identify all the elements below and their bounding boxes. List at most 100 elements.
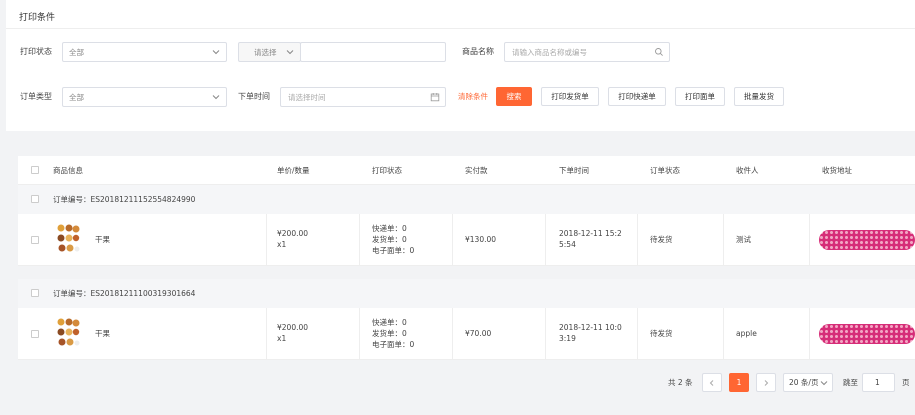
cell-divider: [809, 308, 810, 359]
panel-title: 打印条件: [19, 13, 56, 23]
search-button[interactable]: 搜索: [496, 87, 532, 106]
paid-amount: ¥70.00: [465, 329, 492, 338]
divider: [6, 28, 915, 29]
recipient: apple: [736, 329, 757, 338]
cell-divider: [359, 308, 360, 359]
esheet-print-count: 电子面单：0: [372, 246, 415, 255]
cell-divider: [809, 214, 810, 265]
cell-divider: [266, 308, 267, 359]
row-checkbox[interactable]: [31, 330, 39, 338]
address-masked: [819, 230, 915, 250]
order-type-label: 订单类型: [20, 92, 52, 101]
table-row: 干果 ¥200.00 x1 快递单：0 发货单：0 电子面单：0 ¥70.00 …: [18, 308, 915, 360]
paid-amount: ¥130.00: [465, 235, 497, 244]
table-header: 商品信息 单价/数量 打印状态 实付款 下单时间 订单状态 收件人 收货地址: [18, 156, 915, 185]
col-address: 收货地址: [822, 166, 852, 175]
ship-print-count: 发货单：0: [372, 329, 407, 338]
order-time-line1: 2018-12-11 10:0: [559, 323, 622, 332]
chevron-down-icon: [820, 381, 828, 386]
product-thumbnail: [57, 318, 80, 346]
unit-price: ¥200.00: [277, 229, 309, 238]
col-print-status: 打印状态: [372, 166, 402, 175]
product-name-input[interactable]: 请输入商品名称或编号: [504, 42, 670, 62]
query-field-select[interactable]: 请选择: [238, 42, 301, 62]
col-order-time: 下单时间: [559, 166, 589, 175]
row-checkbox[interactable]: [31, 236, 39, 244]
table-row: 干果 ¥200.00 x1 快递单：0 发货单：0 电子面单：0 ¥130.00…: [18, 214, 915, 266]
recipient: 测试: [736, 235, 751, 244]
cell-divider: [452, 308, 453, 359]
ship-print-count: 发货单：0: [372, 235, 407, 244]
quantity: x1: [277, 334, 287, 343]
order-checkbox[interactable]: [31, 289, 39, 297]
prev-page-button[interactable]: [702, 373, 722, 392]
cell-divider: [545, 308, 546, 359]
chevron-right-icon: [764, 380, 769, 386]
order-time-placeholder: 请选择时间: [288, 93, 326, 102]
order-time-line2: 5:54: [559, 240, 576, 249]
order-group-header: 订单编号：ES20181211152554824990: [18, 185, 915, 214]
chevron-down-icon: [212, 50, 220, 55]
cell-divider: [637, 214, 638, 265]
goto-page-input[interactable]: 1: [862, 373, 895, 392]
clear-filters-link[interactable]: 清除条件: [458, 91, 488, 103]
product-name-placeholder: 请输入商品名称或编号: [512, 48, 587, 57]
address-masked: [819, 324, 915, 344]
product-name-label: 商品名称: [462, 47, 494, 56]
page-button-current[interactable]: 1: [729, 373, 749, 392]
order-number: 订单编号：ES20181211100319301664: [53, 289, 196, 298]
page-unit-label: 页: [902, 378, 910, 387]
order-time-label: 下单时间: [238, 92, 270, 101]
print-status-select[interactable]: 全部: [62, 42, 227, 62]
print-status-label: 打印状态: [20, 47, 52, 56]
chevron-left-icon: [709, 380, 714, 386]
goto-label: 跳至: [843, 378, 858, 387]
cell-divider: [723, 308, 724, 359]
product-name: 干果: [95, 235, 110, 244]
print-ship-button[interactable]: 打印发货单: [541, 87, 599, 106]
query-field-value: 请选择: [254, 48, 277, 57]
print-status-value: 全部: [69, 48, 84, 57]
goto-page-value: 1: [875, 378, 880, 387]
order-type-select[interactable]: 全部: [62, 87, 227, 107]
select-all-checkbox[interactable]: [31, 166, 39, 174]
chevron-down-icon: [286, 50, 294, 55]
express-print-count: 快递单：0: [372, 224, 407, 233]
page-size-select[interactable]: 20 条/页: [783, 373, 833, 392]
search-icon[interactable]: [654, 47, 664, 57]
next-page-button[interactable]: [756, 373, 776, 392]
batch-ship-button[interactable]: 批量发货: [734, 87, 784, 106]
total-count: 共 2 条: [668, 378, 693, 387]
col-recipient: 收件人: [736, 166, 759, 175]
express-print-count: 快递单：0: [372, 318, 407, 327]
print-sheet-button[interactable]: 打印面单: [675, 87, 725, 106]
page-size-value: 20 条/页: [789, 378, 819, 387]
cell-divider: [266, 214, 267, 265]
filter-panel: 打印条件 打印状态 全部 请选择 商品名称 请输入商品名称或编号 订单类型 全部…: [6, 0, 915, 131]
print-express-button[interactable]: 打印快递单: [608, 87, 666, 106]
unit-price: ¥200.00: [277, 323, 309, 332]
product-name: 干果: [95, 329, 110, 338]
esheet-print-count: 电子面单：0: [372, 340, 415, 349]
col-price-qty: 单价/数量: [277, 166, 310, 175]
calendar-icon: [430, 93, 440, 102]
query-value-input[interactable]: [300, 42, 446, 62]
cell-divider: [723, 214, 724, 265]
cell-divider: [452, 214, 453, 265]
order-number: 订单编号：ES20181211152554824990: [53, 195, 196, 204]
order-checkbox[interactable]: [31, 195, 39, 203]
order-status: 待发货: [650, 235, 673, 244]
col-paid: 实付款: [465, 166, 488, 175]
order-time-picker[interactable]: 请选择时间: [280, 87, 446, 107]
order-status: 待发货: [650, 329, 673, 338]
col-order-status: 订单状态: [650, 166, 680, 175]
chevron-down-icon: [212, 95, 220, 100]
order-time-line2: 3:19: [559, 334, 576, 343]
col-product: 商品信息: [53, 166, 83, 175]
quantity: x1: [277, 240, 287, 249]
product-thumbnail: [57, 224, 80, 252]
cell-divider: [359, 214, 360, 265]
order-time-line1: 2018-12-11 15:2: [559, 229, 622, 238]
cell-divider: [545, 214, 546, 265]
order-group-header: 订单编号：ES20181211100319301664: [18, 279, 915, 308]
